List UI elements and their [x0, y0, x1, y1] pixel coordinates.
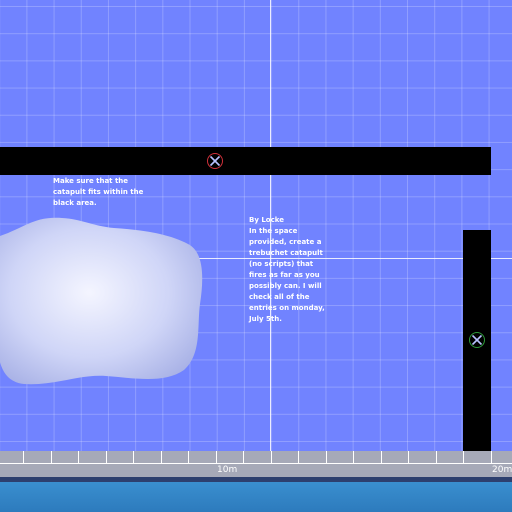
- instruction-text-rules: By Locke In the space provided, create a…: [249, 216, 325, 323]
- ruler-tick: [271, 451, 272, 463]
- ruler-tick: [353, 451, 354, 463]
- ruler-tick: [463, 451, 464, 463]
- ruler-tick: [381, 451, 382, 463]
- instruction-text-area: Make sure that the catapult fits within …: [53, 177, 144, 207]
- pivot-marker-red-icon[interactable]: [206, 152, 224, 170]
- ruler-tick: [298, 451, 299, 463]
- ruler-tick: [161, 451, 162, 463]
- ruler-tick: [133, 451, 134, 463]
- ruler-tick: [51, 451, 52, 463]
- ruler-tick: [23, 451, 24, 463]
- ruler-tick: [188, 451, 189, 463]
- ruler-tick: [326, 451, 327, 463]
- ruler-tick: [436, 451, 437, 463]
- pivot-marker-green-icon[interactable]: [468, 331, 486, 349]
- ruler-tick: [78, 451, 79, 463]
- build-area-top-bar: [0, 147, 491, 175]
- distance-ruler: 10m 20m: [0, 451, 512, 477]
- ruler-label-10m: 10m: [217, 465, 238, 475]
- ruler-tick: [216, 451, 217, 463]
- ruler-tick: [106, 451, 107, 463]
- ruler-baseline: [0, 463, 512, 464]
- ruler-tick: [408, 451, 409, 463]
- cloud-decoration: [0, 217, 203, 385]
- ruler-tick: [243, 451, 244, 463]
- water: [0, 482, 512, 512]
- ruler-tick: [491, 451, 492, 463]
- ruler-label-20m: 20m: [492, 465, 512, 475]
- game-viewport[interactable]: Make sure that the catapult fits within …: [0, 0, 512, 512]
